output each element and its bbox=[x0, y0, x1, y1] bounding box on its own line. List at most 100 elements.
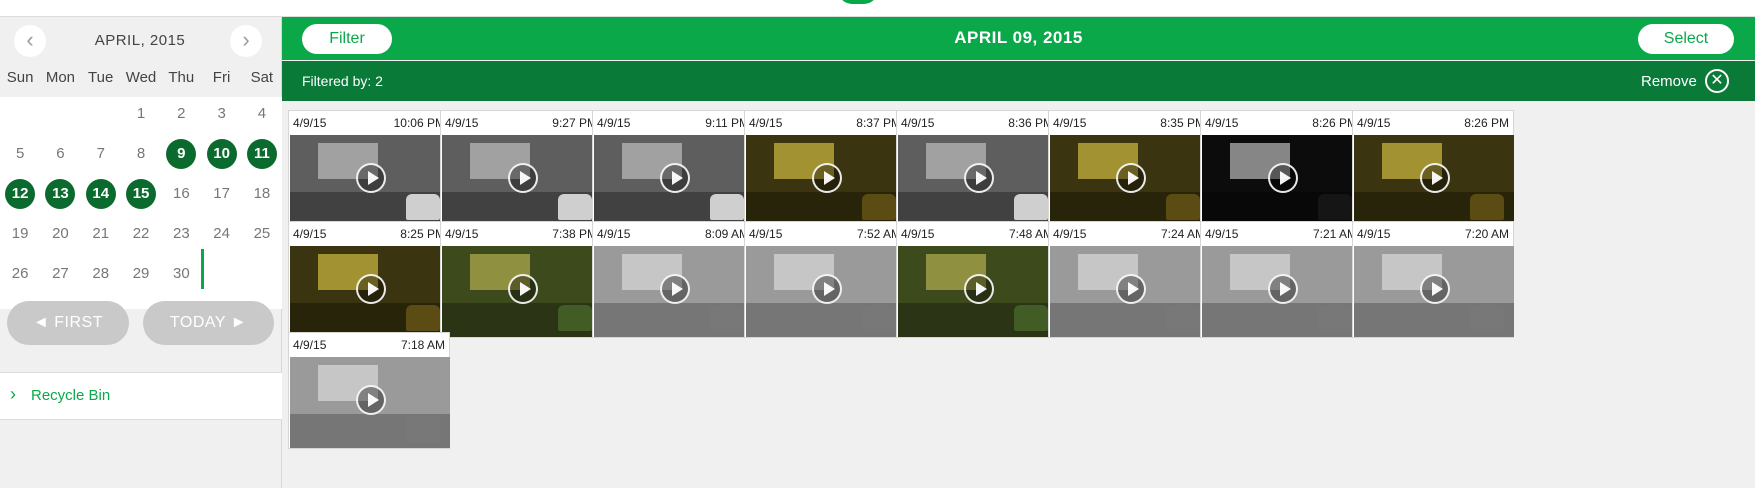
calendar-day: 27 bbox=[52, 265, 69, 282]
clip-meta: 4/9/15 7:20 AM bbox=[1353, 222, 1513, 246]
preview-furniture bbox=[710, 194, 744, 220]
calendar-day: 4 bbox=[257, 105, 267, 122]
clip-date: 4/9/15 bbox=[901, 227, 935, 241]
clip-thumbnail[interactable]: 4/9/15 7:38 PM bbox=[440, 221, 602, 338]
calendar-month-title: APRIL, 2015 bbox=[94, 32, 186, 49]
calendar-header: ‹ APRIL, 2015 › bbox=[0, 25, 282, 61]
play-icon[interactable] bbox=[660, 163, 690, 193]
play-icon[interactable] bbox=[356, 385, 386, 415]
clip-date: 4/9/15 bbox=[1357, 227, 1391, 241]
play-icon[interactable] bbox=[1116, 163, 1146, 193]
clip-preview bbox=[746, 135, 906, 226]
play-icon[interactable] bbox=[812, 274, 842, 304]
clip-thumbnail[interactable]: 4/9/15 8:09 AM bbox=[592, 221, 754, 338]
preview-furniture bbox=[1470, 305, 1504, 331]
calendar-day: 2 bbox=[177, 105, 186, 122]
play-icon[interactable] bbox=[1116, 274, 1146, 304]
clip-thumbnail[interactable]: 4/9/15 8:36 PM bbox=[896, 110, 1058, 227]
clip-date: 4/9/15 bbox=[901, 116, 935, 130]
chevron-left-icon[interactable]: ‹ bbox=[14, 25, 46, 57]
clip-thumbnail[interactable]: 4/9/15 7:52 AM bbox=[744, 221, 906, 338]
calendar-day[interactable]: 12 bbox=[5, 179, 36, 209]
clip-date: 4/9/15 bbox=[445, 227, 479, 241]
clip-date: 4/9/15 bbox=[293, 338, 327, 352]
clip-date: 4/9/15 bbox=[1053, 227, 1087, 241]
chevron-right-icon: › bbox=[10, 384, 16, 404]
play-icon[interactable] bbox=[508, 163, 538, 193]
clip-thumbnail[interactable]: 4/9/15 8:25 PM bbox=[288, 221, 450, 338]
play-icon[interactable] bbox=[1420, 274, 1450, 304]
recycle-bin-label: Recycle Bin bbox=[31, 387, 111, 404]
play-icon[interactable] bbox=[812, 163, 842, 193]
clip-thumbnail[interactable]: 4/9/15 8:37 PM bbox=[744, 110, 906, 227]
select-button[interactable]: Select bbox=[1638, 24, 1734, 54]
clip-time: 8:36 PM bbox=[1008, 116, 1053, 130]
clip-thumbnail[interactable]: 4/9/15 9:11 PM bbox=[592, 110, 754, 227]
logo-icon bbox=[838, 0, 878, 4]
clip-meta: 4/9/15 7:18 AM bbox=[289, 333, 449, 357]
clip-time: 8:35 PM bbox=[1160, 116, 1205, 130]
first-button[interactable]: ◄ FIRST bbox=[7, 301, 129, 345]
clip-date: 4/9/15 bbox=[597, 116, 631, 130]
preview-furniture bbox=[406, 194, 440, 220]
preview-furniture bbox=[1470, 194, 1504, 220]
clip-thumbnail[interactable]: 4/9/15 8:26 PM bbox=[1200, 110, 1362, 227]
remove-label: Remove bbox=[1641, 73, 1697, 90]
play-icon[interactable] bbox=[508, 274, 538, 304]
calendar-day[interactable]: 13 bbox=[45, 179, 76, 209]
preview-furniture bbox=[710, 305, 744, 331]
clip-meta: 4/9/15 7:21 AM bbox=[1201, 222, 1361, 246]
clip-preview bbox=[594, 246, 754, 337]
clip-meta: 4/9/15 8:09 AM bbox=[593, 222, 753, 246]
clip-preview bbox=[1354, 246, 1514, 337]
clip-meta: 4/9/15 8:25 PM bbox=[289, 222, 449, 246]
preview-furniture bbox=[862, 305, 896, 331]
clip-thumbnail[interactable]: 4/9/15 7:48 AM bbox=[896, 221, 1058, 338]
clip-meta: 4/9/15 10:06 PM bbox=[289, 111, 449, 135]
clip-meta: 4/9/15 8:35 PM bbox=[1049, 111, 1209, 135]
play-icon[interactable] bbox=[964, 274, 994, 304]
clip-thumbnail[interactable]: 4/9/15 7:20 AM bbox=[1352, 221, 1514, 338]
clip-thumbnail[interactable]: 4/9/15 7:18 AM bbox=[288, 332, 450, 449]
header-bar: Filter APRIL 09, 2015 Select bbox=[282, 17, 1755, 60]
calendar-day[interactable]: 15 bbox=[126, 179, 157, 209]
play-icon[interactable] bbox=[356, 163, 386, 193]
calendar-day[interactable]: 14 bbox=[85, 179, 116, 209]
calendar-day[interactable]: 11 bbox=[246, 139, 277, 169]
preview-furniture bbox=[558, 305, 592, 331]
clip-preview bbox=[290, 246, 450, 337]
play-icon[interactable] bbox=[1268, 163, 1298, 193]
clip-preview bbox=[898, 135, 1058, 226]
play-icon[interactable] bbox=[660, 274, 690, 304]
play-icon[interactable] bbox=[1420, 163, 1450, 193]
clip-meta: 4/9/15 7:24 AM bbox=[1049, 222, 1209, 246]
play-icon[interactable] bbox=[964, 163, 994, 193]
clip-time: 8:37 PM bbox=[856, 116, 901, 130]
clip-thumbnail[interactable]: 4/9/15 7:24 AM bbox=[1048, 221, 1210, 338]
today-button[interactable]: TODAY ► bbox=[143, 301, 274, 345]
calendar-day: 7 bbox=[96, 145, 105, 162]
clip-meta: 4/9/15 7:48 AM bbox=[897, 222, 1057, 246]
main-content: Filter APRIL 09, 2015 Select Filtered by… bbox=[282, 17, 1755, 488]
clip-preview bbox=[1050, 246, 1210, 337]
clip-time: 8:25 PM bbox=[400, 227, 445, 241]
calendar-day: 28 bbox=[92, 265, 110, 282]
clip-time: 7:24 AM bbox=[1160, 227, 1205, 241]
clip-thumbnail[interactable]: 4/9/15 7:21 AM bbox=[1200, 221, 1362, 338]
clip-thumbnail[interactable]: 4/9/15 8:35 PM bbox=[1048, 110, 1210, 227]
preview-furniture bbox=[1014, 194, 1048, 220]
clip-thumbnail[interactable]: 4/9/15 8:26 PM bbox=[1352, 110, 1514, 227]
calendar-day: 1 bbox=[136, 105, 146, 122]
recycle-bin-item[interactable]: › Recycle Bin bbox=[0, 372, 282, 420]
chevron-right-icon[interactable]: › bbox=[230, 25, 262, 57]
play-icon[interactable] bbox=[356, 274, 386, 304]
calendar-day: 19 bbox=[11, 225, 29, 242]
today-marker bbox=[201, 249, 204, 289]
clip-thumbnail[interactable]: 4/9/15 10:06 PM bbox=[288, 110, 450, 227]
clip-thumbnail[interactable]: 4/9/15 9:27 PM bbox=[440, 110, 602, 227]
calendar-day: 24 bbox=[213, 225, 230, 242]
play-icon[interactable] bbox=[1268, 274, 1298, 304]
filter-button[interactable]: Filter bbox=[302, 24, 392, 54]
calendar-day[interactable]: 10 bbox=[206, 139, 237, 169]
calendar-day[interactable]: 9 bbox=[166, 139, 197, 169]
